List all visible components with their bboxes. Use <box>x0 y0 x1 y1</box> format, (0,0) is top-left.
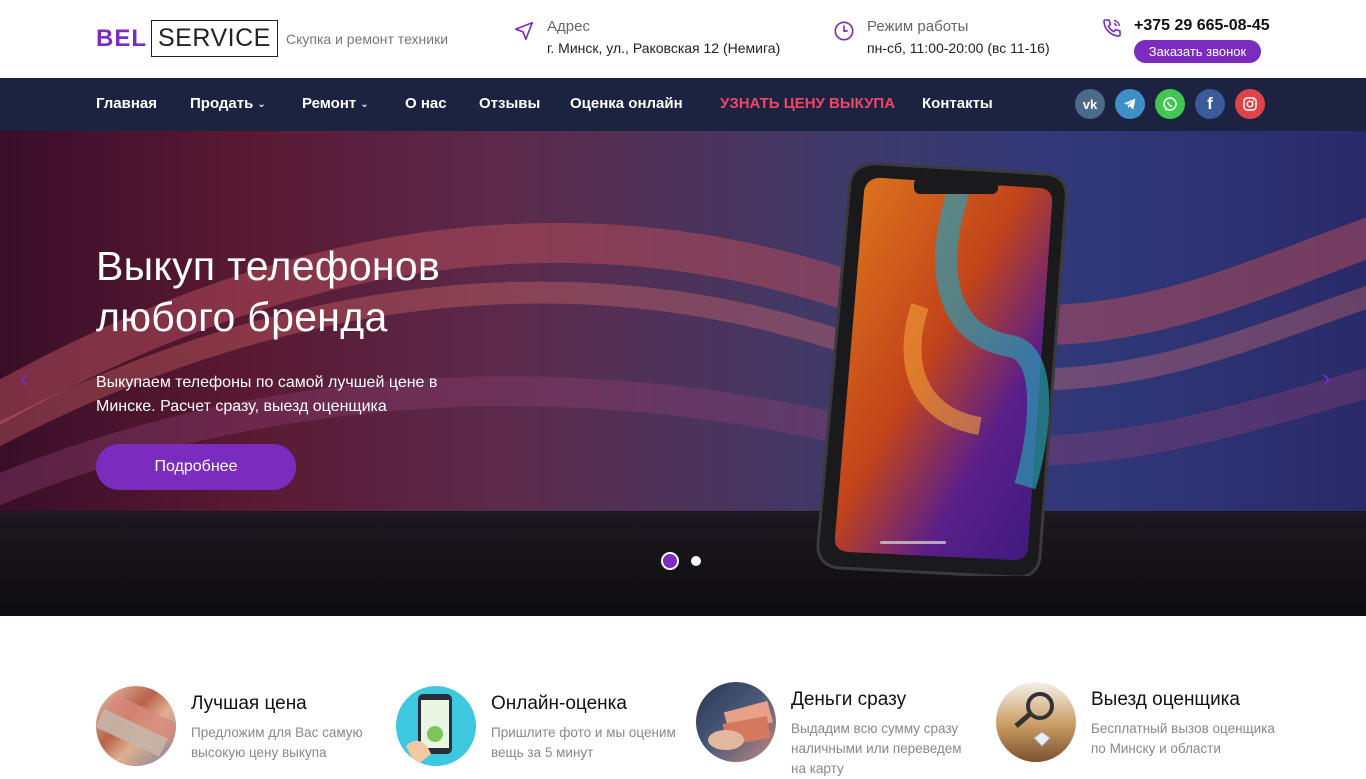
hero-more-button[interactable]: Подробнее <box>96 444 296 490</box>
nav-repair-label: Ремонт <box>302 95 357 112</box>
hours-title: Режим работы <box>867 18 969 35</box>
phone-icon <box>1103 19 1121 37</box>
hero-floor <box>0 511 1366 616</box>
chevron-down-icon: ⌄ <box>257 99 266 110</box>
hero-text: Выкупаем телефоны по самой лучшей цене в… <box>96 374 438 415</box>
nav-contacts[interactable]: Контакты <box>922 78 993 131</box>
magnifier-diamond-icon <box>1014 692 1054 747</box>
features-section: Лучшая цена Предложим для Вас самую высо… <box>0 616 1366 776</box>
nav-sell-label: Продать <box>190 95 254 112</box>
address-title: Адрес <box>547 18 590 35</box>
hero-title: Выкуп телефонов любого бренда <box>96 243 441 340</box>
feature-desc: Бесплатный вызов оценщика по Минску и об… <box>1091 721 1275 756</box>
instagram-icon[interactable] <box>1235 89 1265 119</box>
site-header: BEL SERVICE Скупка и ремонт техники Адре… <box>0 0 1366 78</box>
nav-sell[interactable]: Продать ⌄ <box>190 78 266 131</box>
vk-icon[interactable]: vk <box>1075 89 1105 119</box>
smartphone-photo-icon <box>406 694 452 766</box>
logo-bel: BEL <box>96 24 147 52</box>
hero-slider: Выкуп телефонов любого бренда Выкупаем т… <box>0 131 1366 616</box>
slider-dot[interactable] <box>691 556 701 566</box>
nav-home[interactable]: Главная <box>96 78 157 131</box>
nav-buyout-price[interactable]: УЗНАТЬ ЦЕНУ ВЫКУПА <box>720 78 895 131</box>
hours-value: пн-сб, 11:00-20:00 (вс 11-16) <box>867 40 1050 56</box>
facebook-icon[interactable]: f <box>1195 89 1225 119</box>
nav-about[interactable]: О нас <box>405 78 447 131</box>
callback-button[interactable]: Заказать звонок <box>1134 40 1261 63</box>
logo[interactable]: BEL SERVICE <box>96 20 278 57</box>
tagline: Скупка и ремонт техники <box>286 31 449 47</box>
feature-title: Лучшая цена <box>191 693 307 714</box>
nav-reviews[interactable]: Отзывы <box>479 78 540 131</box>
next-slide-icon[interactable]: › <box>1322 363 1331 394</box>
telegram-icon[interactable] <box>1115 89 1145 119</box>
telegram-glyph <box>1124 98 1136 110</box>
whatsapp-icon[interactable] <box>1155 89 1185 119</box>
feature-title: Онлайн-оценка <box>491 693 627 714</box>
prev-slide-icon[interactable]: ‹ <box>20 363 29 394</box>
feature-title: Деньги сразу <box>791 689 907 710</box>
banknotes-image <box>96 686 176 766</box>
nav-repair[interactable]: Ремонт ⌄ <box>302 78 369 131</box>
feature-title: Выезд оценщика <box>1091 689 1240 710</box>
clock-icon <box>834 21 854 41</box>
slider-dot-active[interactable] <box>661 552 679 570</box>
facebook-label: f <box>1207 94 1213 113</box>
whatsapp-glyph <box>1163 97 1177 111</box>
appraiser-image <box>996 682 1076 762</box>
nav-online-estimate[interactable]: Оценка онлайн <box>570 78 683 131</box>
address-value: г. Минск, ул., Раковская 12 (Немига) <box>547 40 781 56</box>
instagram-glyph <box>1243 97 1257 111</box>
smartphone-estimate-image <box>396 686 476 766</box>
phone-number[interactable]: +375 29 665-08-45 <box>1134 17 1270 35</box>
feature-desc: Предложим для Вас самую высокую цену вык… <box>191 725 363 760</box>
logo-service: SERVICE <box>151 20 278 57</box>
vk-label: vk <box>1082 96 1098 112</box>
banknotes-icon <box>96 694 176 757</box>
cash-icon <box>708 700 773 750</box>
feature-desc: Выдадим всю сумму сразу наличными или пе… <box>791 721 962 776</box>
smartphone-image <box>816 162 1068 576</box>
feature-desc: Пришлите фото и мы оценим вещь за 5 мину… <box>491 725 676 760</box>
cash-hand-image <box>696 682 776 762</box>
chevron-down-icon: ⌄ <box>360 99 369 110</box>
location-arrow-icon <box>514 21 534 41</box>
